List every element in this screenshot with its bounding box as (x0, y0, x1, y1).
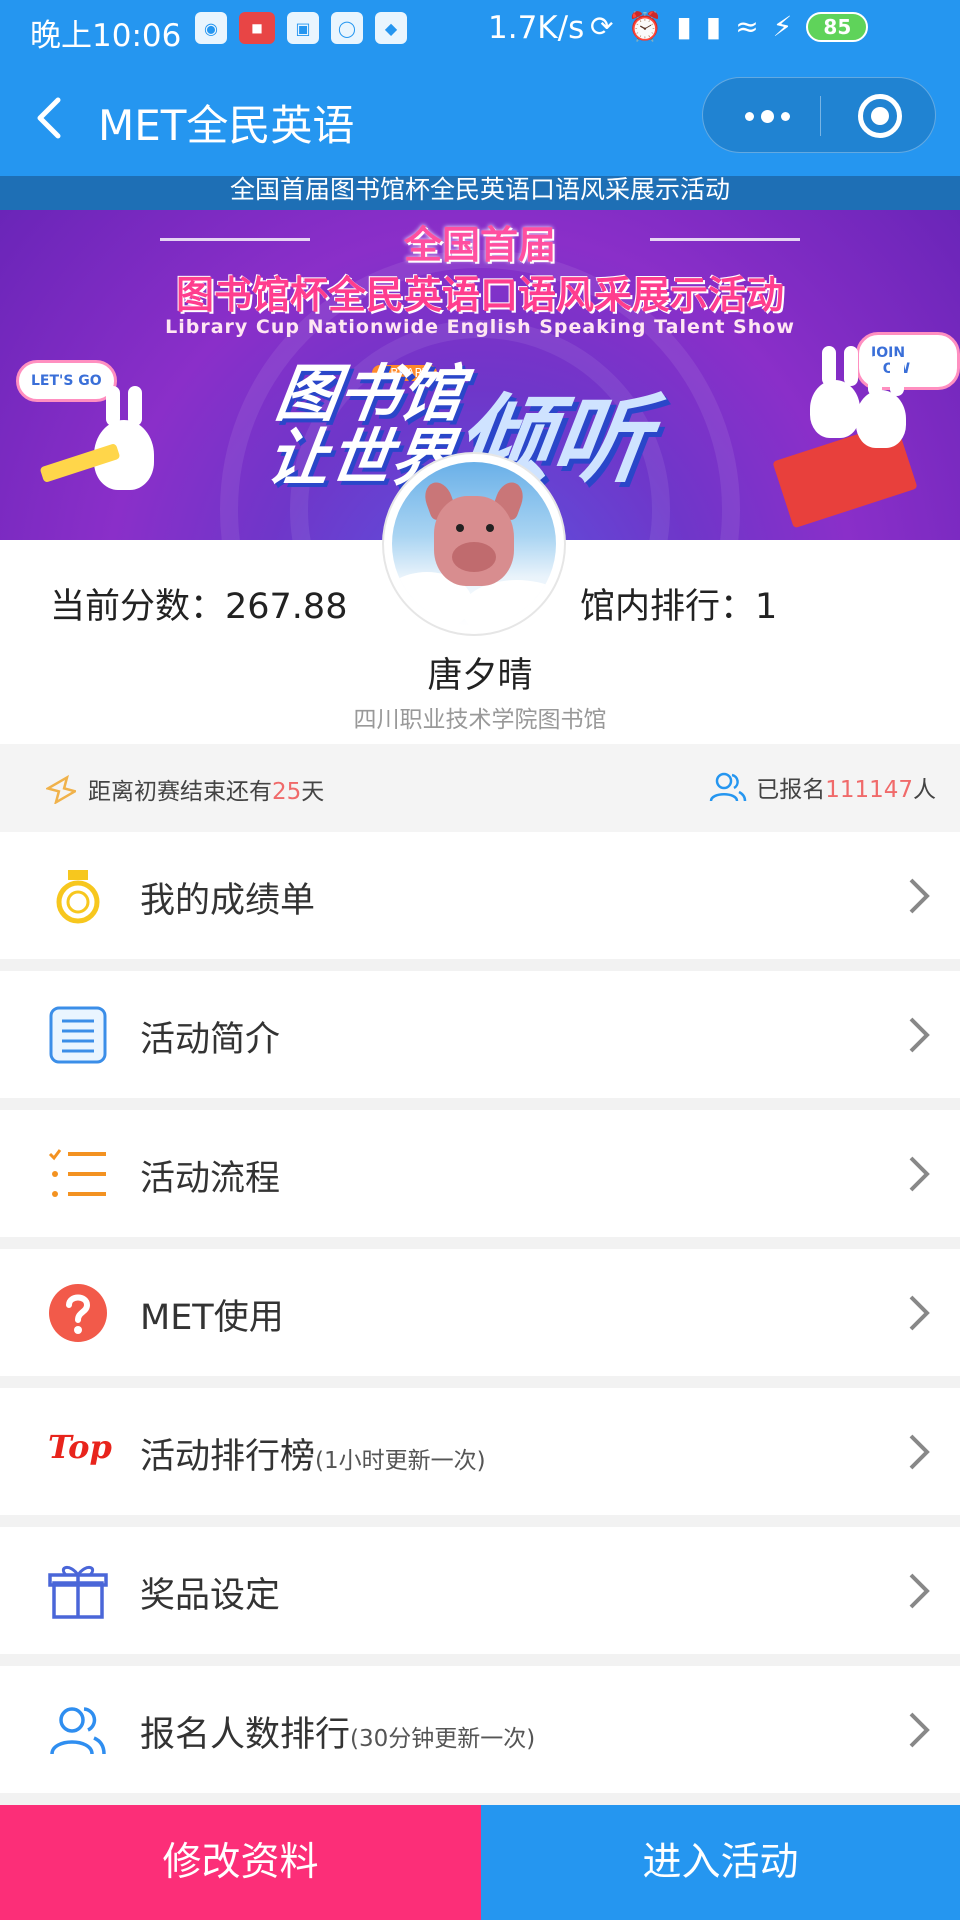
back-icon[interactable] (30, 94, 70, 142)
countdown-suffix: 天 (301, 779, 325, 805)
users-icon (50, 1707, 106, 1755)
hourglass-icon (46, 774, 76, 804)
signal-hd-icon: ▮ (705, 10, 722, 43)
status-app-icons: ◉ ■ ▣ ◯ ◆ (195, 12, 407, 44)
status-right-icons: ⟳ ⏰ ▮ ▮ ≈ ⚡ 85 (590, 10, 869, 43)
signal-icon: ▮ (676, 10, 692, 43)
chevron-right-icon (909, 1434, 930, 1470)
banner-english-title: Library Cup Nationwide English Speaking … (165, 316, 795, 338)
nav-bar: MET全民英语 (0, 60, 960, 176)
menu-label: 活动流程 (140, 1159, 281, 1199)
countdown-prefix: 距离初赛结束还有 (88, 779, 272, 805)
menu-item-my-scores[interactable]: 我的成绩单 (0, 832, 960, 959)
edit-profile-button[interactable]: 修改资料 (0, 1805, 481, 1920)
enter-activity-button[interactable]: 进入活动 (481, 1805, 960, 1920)
menu-label: MET使用 (140, 1298, 284, 1338)
menu-label: 活动简介 (140, 1020, 281, 1060)
alarm-icon: ⏰ (627, 10, 663, 43)
menu-item-prizes[interactable]: 奖品设定 (0, 1527, 960, 1654)
bunny-right-illustration-2 (856, 356, 906, 448)
menu-item-signup-ranking[interactable]: 报名人数排行(30分钟更新一次) (0, 1666, 960, 1793)
weibo-icon: ◯ (331, 12, 363, 44)
document-icon (49, 1006, 107, 1064)
network-speed: 1.7K/s (488, 10, 585, 46)
library-rank: 馆内排行：1 (580, 587, 778, 627)
chevron-right-icon (909, 1712, 930, 1748)
signup-number: 111147 (825, 777, 913, 803)
bunny-right-illustration-1 (810, 346, 860, 438)
charging-icon: ⚡ (772, 10, 793, 43)
banner-heading-2: 图书馆杯全民英语口语风采展示活动 (175, 273, 784, 317)
more-icon[interactable] (737, 98, 797, 134)
qq-icon: ◉ (195, 12, 227, 44)
close-program-icon[interactable] (858, 94, 902, 138)
signup-count: 已报名111147人 (708, 770, 936, 804)
menu-note: (1小时更新一次) (315, 1448, 486, 1474)
signup-prefix: 已报名 (756, 777, 826, 803)
status-bar: 晚上10:06 ◉ ■ ▣ ◯ ◆ 1.7K/s ⟳ ⏰ ▮ ▮ ≈ ⚡ 85 (0, 0, 960, 60)
gift-icon (48, 1566, 108, 1619)
mini-program-capsule (702, 77, 936, 153)
banner-heading-1: 全国首届 (403, 223, 556, 267)
battery-icon: 85 (806, 11, 869, 42)
medal-icon (56, 870, 100, 924)
chevron-right-icon (909, 878, 930, 914)
news-app-icon: ■ (239, 12, 275, 44)
activity-title-strip: 全国首届图书馆杯全民英语口语风采展示活动 (0, 176, 960, 210)
app-badge-icon: ◆ (375, 12, 407, 44)
top-icon: Top (48, 1428, 112, 1466)
chevron-right-icon (909, 1156, 930, 1192)
checklist-icon (48, 1149, 106, 1197)
menu-label: 活动排行榜 (140, 1437, 316, 1477)
help-icon (49, 1284, 107, 1342)
stats-bar: 距离初赛结束还有25天 已报名111147人 (0, 744, 960, 832)
user-name: 唐夕晴 (427, 656, 533, 696)
menu-item-activity-process[interactable]: 活动流程 (0, 1110, 960, 1237)
current-score: 当前分数：267.88 (50, 587, 348, 627)
menu-label: 我的成绩单 (140, 881, 316, 921)
lets-go-bubble: LET'S GO (16, 360, 117, 402)
app-notification-icon: ▣ (287, 12, 319, 44)
menu-note: (30分钟更新一次) (350, 1726, 536, 1752)
chevron-right-icon (909, 1295, 930, 1331)
countdown-days: 25 (272, 779, 302, 805)
sync-icon: ⟳ (590, 10, 614, 43)
countdown: 距离初赛结束还有25天 (46, 772, 324, 806)
capsule-divider (820, 96, 821, 136)
chevron-right-icon (909, 1573, 930, 1609)
wifi-icon: ≈ (735, 10, 759, 43)
page-title: MET全民英语 (98, 101, 355, 150)
users-icon (709, 772, 747, 802)
status-time: 晚上10:06 (30, 18, 182, 54)
menu-item-met-usage[interactable]: MET使用 (0, 1249, 960, 1376)
menu-item-leaderboard[interactable]: Top 活动排行榜(1小时更新一次) (0, 1388, 960, 1515)
user-library: 四川职业技术学院图书馆 (353, 707, 607, 733)
menu-label: 奖品设定 (140, 1576, 281, 1616)
menu-item-activity-intro[interactable]: 活动简介 (0, 971, 960, 1098)
avatar[interactable] (382, 452, 566, 636)
chevron-right-icon (909, 1017, 930, 1053)
menu-label: 报名人数排行 (140, 1715, 351, 1755)
signup-suffix: 人 (913, 777, 936, 803)
avatar-image (392, 462, 556, 626)
